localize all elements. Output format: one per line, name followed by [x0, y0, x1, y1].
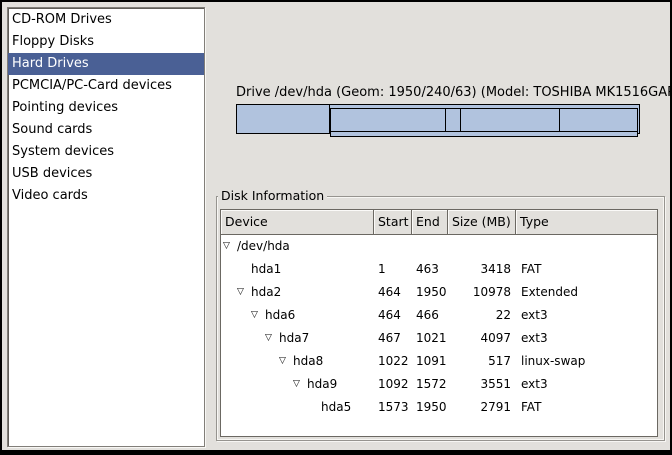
- cell-start: 464: [374, 281, 412, 304]
- cell-end: 1950: [412, 396, 448, 419]
- table-row-hda6[interactable]: ▽hda646446622ext3: [221, 304, 657, 327]
- cell-end: 466: [412, 304, 448, 327]
- cell-type: linux-swap: [516, 350, 657, 373]
- table-row-hda9[interactable]: ▽hda9109215723551ext3: [221, 373, 657, 396]
- cell-start: 467: [374, 327, 412, 350]
- cell-end: 1572: [412, 373, 448, 396]
- device-category-list[interactable]: CD-ROM DrivesFloppy DisksHard DrivesPCMC…: [7, 7, 205, 447]
- table-body: ▽/dev/hdahda114633418FAT▽hda246419501097…: [221, 235, 657, 419]
- disk-information-label: Disk Information: [218, 188, 327, 204]
- cell-end: [412, 235, 448, 258]
- table-row-hda2[interactable]: ▽hda2464195010978Extended: [221, 281, 657, 304]
- hardware-browser-window: { "colors": { "window_bg": "#e2e0dc", "s…: [0, 0, 672, 455]
- cell-device: ▽hda7: [221, 327, 374, 350]
- table-header-row: DeviceStartEndSize (MB)Type: [221, 210, 657, 235]
- expander-icon[interactable]: ▽: [279, 350, 293, 373]
- partition-segment-hda9: [461, 109, 560, 132]
- sidebar-item-cd-rom-drives[interactable]: CD-ROM Drives: [8, 9, 204, 31]
- cell-size: 3551: [448, 373, 516, 396]
- sidebar-item-pointing-devices[interactable]: Pointing devices: [8, 97, 204, 119]
- cell-size: 4097: [448, 327, 516, 350]
- cell-end: 1021: [412, 327, 448, 350]
- sidebar-item-hard-drives[interactable]: Hard Drives: [8, 53, 204, 75]
- cell-type: FAT: [516, 396, 657, 419]
- cell-device: ▽hda6: [221, 304, 374, 327]
- cell-start: 1573: [374, 396, 412, 419]
- cell-device: ▽hda8: [221, 350, 374, 373]
- table-row-hda1[interactable]: hda114633418FAT: [221, 258, 657, 281]
- cell-end: 463: [412, 258, 448, 281]
- partition-segment-hda2: [330, 108, 638, 137]
- partition-segment-hda7: [331, 109, 446, 132]
- expander-icon[interactable]: ▽: [223, 235, 237, 258]
- cell-type: ext3: [516, 304, 657, 327]
- sidebar-item-usb-devices[interactable]: USB devices: [8, 163, 204, 185]
- cell-device: ▽hda9: [221, 373, 374, 396]
- expander-icon[interactable]: ▽: [237, 281, 251, 304]
- column-header-device[interactable]: Device: [221, 210, 374, 234]
- cell-type: ext3: [516, 327, 657, 350]
- cell-size: 517: [448, 350, 516, 373]
- column-header-end[interactable]: End: [412, 210, 448, 234]
- cell-device: ▽/dev/hda: [221, 235, 374, 258]
- column-header-start[interactable]: Start: [374, 210, 412, 234]
- table-row-hda8[interactable]: ▽hda810221091517linux-swap: [221, 350, 657, 373]
- column-header-size-mb[interactable]: Size (MB): [448, 210, 516, 234]
- expander-icon[interactable]: ▽: [265, 327, 279, 350]
- sidebar-item-floppy-disks[interactable]: Floppy Disks: [8, 31, 204, 53]
- partition-segment-hda8: [446, 109, 461, 132]
- cell-device: hda1: [221, 258, 374, 281]
- disk-information-table: DeviceStartEndSize (MB)Type ▽/dev/hdahda…: [220, 209, 658, 437]
- table-row-hda5[interactable]: hda5157319502791FAT: [221, 396, 657, 419]
- cell-size: 3418: [448, 258, 516, 281]
- cell-start: 1092: [374, 373, 412, 396]
- cell-end: 1950: [412, 281, 448, 304]
- sidebar-item-video-cards[interactable]: Video cards: [8, 185, 204, 207]
- cell-device: ▽hda2: [221, 281, 374, 304]
- cell-type: Extended: [516, 281, 657, 304]
- sidebar-item-sound-cards[interactable]: Sound cards: [8, 119, 204, 141]
- cell-size: 2791: [448, 396, 516, 419]
- cell-start: 1022: [374, 350, 412, 373]
- cell-device: hda5: [221, 396, 374, 419]
- cell-size: [448, 235, 516, 258]
- partition-segment-hda1: [237, 105, 330, 133]
- cell-start: 1: [374, 258, 412, 281]
- sidebar-item-system-devices[interactable]: System devices: [8, 141, 204, 163]
- table-row-hda7[interactable]: ▽hda746710214097ext3: [221, 327, 657, 350]
- cell-size: 10978: [448, 281, 516, 304]
- expander-icon[interactable]: ▽: [251, 304, 265, 327]
- cell-end: 1091: [412, 350, 448, 373]
- expander-icon[interactable]: ▽: [293, 373, 307, 396]
- table-row-dev-hda[interactable]: ▽/dev/hda: [221, 235, 657, 258]
- partition-segment-hda5: [560, 109, 637, 132]
- cell-type: FAT: [516, 258, 657, 281]
- cell-type: [516, 235, 657, 258]
- cell-start: 464: [374, 304, 412, 327]
- cell-size: 22: [448, 304, 516, 327]
- drive-title: Drive /dev/hda (Geom: 1950/240/63) (Mode…: [236, 85, 640, 100]
- sidebar-item-pcmcia-pc-card-devices[interactable]: PCMCIA/PC-Card devices: [8, 75, 204, 97]
- cell-start: [374, 235, 412, 258]
- cell-type: ext3: [516, 373, 657, 396]
- column-header-type[interactable]: Type: [516, 210, 657, 234]
